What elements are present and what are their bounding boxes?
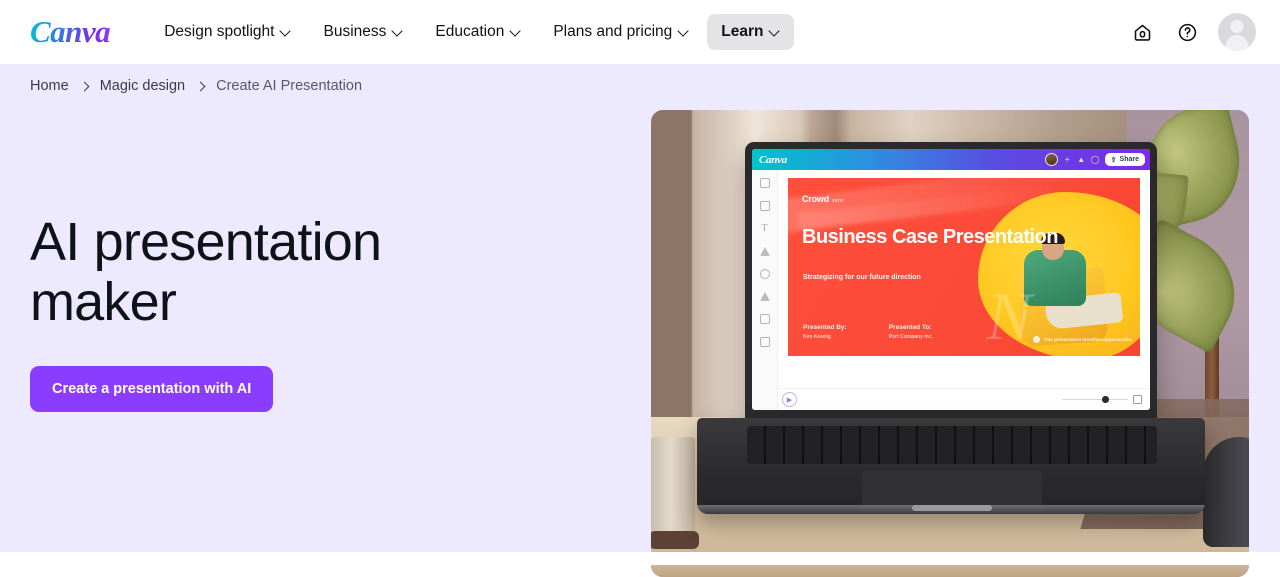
grid-view-icon [1133, 395, 1142, 404]
nav-item-education[interactable]: Education [421, 14, 535, 50]
chevron-down-icon [770, 26, 780, 36]
brand-icon [759, 247, 770, 256]
share-label: Share [1119, 156, 1139, 163]
slide-subtitle: Strategizing for our future direction [803, 274, 921, 281]
page-bottom-spacer [0, 552, 1280, 565]
nav-label: Education [435, 23, 505, 40]
laptop-base [697, 418, 1205, 514]
uploads-icon [759, 269, 770, 279]
add-collaborator-icon: + [1064, 154, 1070, 164]
slide-brand-name: Crowd [802, 194, 829, 204]
create-presentation-button[interactable]: Create a presentation with AI [30, 366, 274, 412]
editor-canva-logo: Canva [759, 153, 787, 166]
zoom-slider [1062, 395, 1142, 404]
comment-icon: ◯ [1090, 154, 1100, 164]
presented-by-label: Presented By: [803, 324, 847, 331]
share-upload-icon: ⇪ [1110, 156, 1117, 164]
magic-switch-icon: ▶ [782, 392, 797, 407]
presented-to-block: Presented To: Port Company Inc. [889, 324, 933, 340]
hero-section: Home Magic design Create AI Presentation… [0, 64, 1280, 577]
editor-sidebar: T [752, 170, 778, 410]
presented-by-value: Ken Koenig [803, 334, 831, 340]
canva-editor: Canva + ▲ ◯ ⇪ Share T N Crowd zero Busin… [752, 149, 1150, 410]
page-title: AI presentation maker [30, 212, 382, 332]
header-actions [1128, 13, 1256, 51]
slide-brand: Crowd zero [802, 194, 843, 204]
presentation-slide: N Crowd zero Business Case Presentation … [788, 178, 1140, 356]
text-icon: T [761, 223, 768, 234]
chevron-down-icon [281, 26, 291, 36]
presented-to-label: Presented To: [888, 324, 932, 331]
editor-body: T N Crowd zero Business Case Presentatio… [752, 170, 1150, 410]
collaborator-avatar [1044, 153, 1058, 166]
upload-icon: ▲ [1077, 154, 1086, 164]
site-header: Canva Design spotlight Business Educatio… [0, 0, 1280, 64]
share-button: ⇪ Share [1104, 153, 1145, 166]
nav-label: Learn [721, 23, 764, 40]
slide-title: Business Case Presentation [802, 226, 1059, 248]
editor-top-bar: Canva + ▲ ◯ ⇪ Share [752, 149, 1150, 170]
apps-icon [759, 337, 770, 347]
elements-icon [759, 201, 770, 211]
main-navigation: Design spotlight Business Education Plan… [150, 14, 795, 50]
slide-note: This presentation identifies opportuniti… [1033, 336, 1132, 343]
desk-cup-base [651, 531, 699, 549]
desk-cup [651, 437, 695, 537]
breadcrumb-item-home[interactable]: Home [30, 78, 69, 94]
draw-icon [759, 292, 770, 301]
nav-item-design-spotlight[interactable]: Design spotlight [150, 14, 305, 50]
zoom-slider-track [1062, 396, 1128, 403]
presented-by-block: Presented By: Ken Koenig [803, 324, 847, 340]
nav-item-learn[interactable]: Learn [707, 14, 795, 50]
slide-credits: Presented By: Ken Koenig Presented To: P… [803, 324, 933, 340]
breadcrumb: Home Magic design Create AI Presentation [30, 78, 362, 94]
help-icon[interactable] [1173, 18, 1201, 46]
nav-item-business[interactable]: Business [309, 14, 417, 50]
nav-label: Business [323, 23, 387, 40]
chevron-right-icon [79, 81, 90, 91]
breadcrumb-item-current: Create AI Presentation [216, 78, 363, 94]
hero-image: Canva + ▲ ◯ ⇪ Share T N Crowd zero Busin… [651, 110, 1249, 577]
laptop-screen: Canva + ▲ ◯ ⇪ Share T N Crowd zero Busin… [745, 142, 1157, 420]
nav-label: Design spotlight [164, 23, 275, 40]
design-icon [759, 178, 770, 188]
breadcrumb-item-magic-design[interactable]: Magic design [100, 78, 185, 94]
avatar[interactable] [1218, 13, 1256, 51]
chevron-right-icon [195, 81, 206, 91]
chevron-down-icon [511, 26, 521, 36]
nav-item-plans-and-pricing[interactable]: Plans and pricing [539, 14, 703, 50]
chevron-down-icon [393, 26, 403, 36]
editor-bottom-bar: ▶ [778, 388, 1150, 410]
laptop-keyboard [747, 426, 1157, 464]
presented-to-value: Port Company Inc. [888, 334, 933, 340]
canva-logo[interactable]: Canva [30, 12, 111, 52]
slide-note-text: This presentation identifies opportuniti… [1043, 337, 1132, 342]
laptop-trackpad [862, 470, 1042, 506]
slide-squiggle: N [986, 278, 1032, 354]
projects-icon [759, 314, 770, 324]
nav-label: Plans and pricing [553, 23, 673, 40]
info-icon [1033, 336, 1041, 343]
zoom-slider-knob [1102, 396, 1109, 403]
editor-top-actions: + ▲ ◯ ⇪ Share [1044, 153, 1145, 166]
chevron-down-icon [679, 26, 689, 36]
laptop-base-lip [912, 505, 992, 511]
home-icon[interactable] [1128, 18, 1156, 46]
desk-speaker [1203, 437, 1249, 547]
editor-canvas: N Crowd zero Business Case Presentation … [778, 170, 1150, 410]
slide-brand-sub: zero [832, 198, 844, 204]
